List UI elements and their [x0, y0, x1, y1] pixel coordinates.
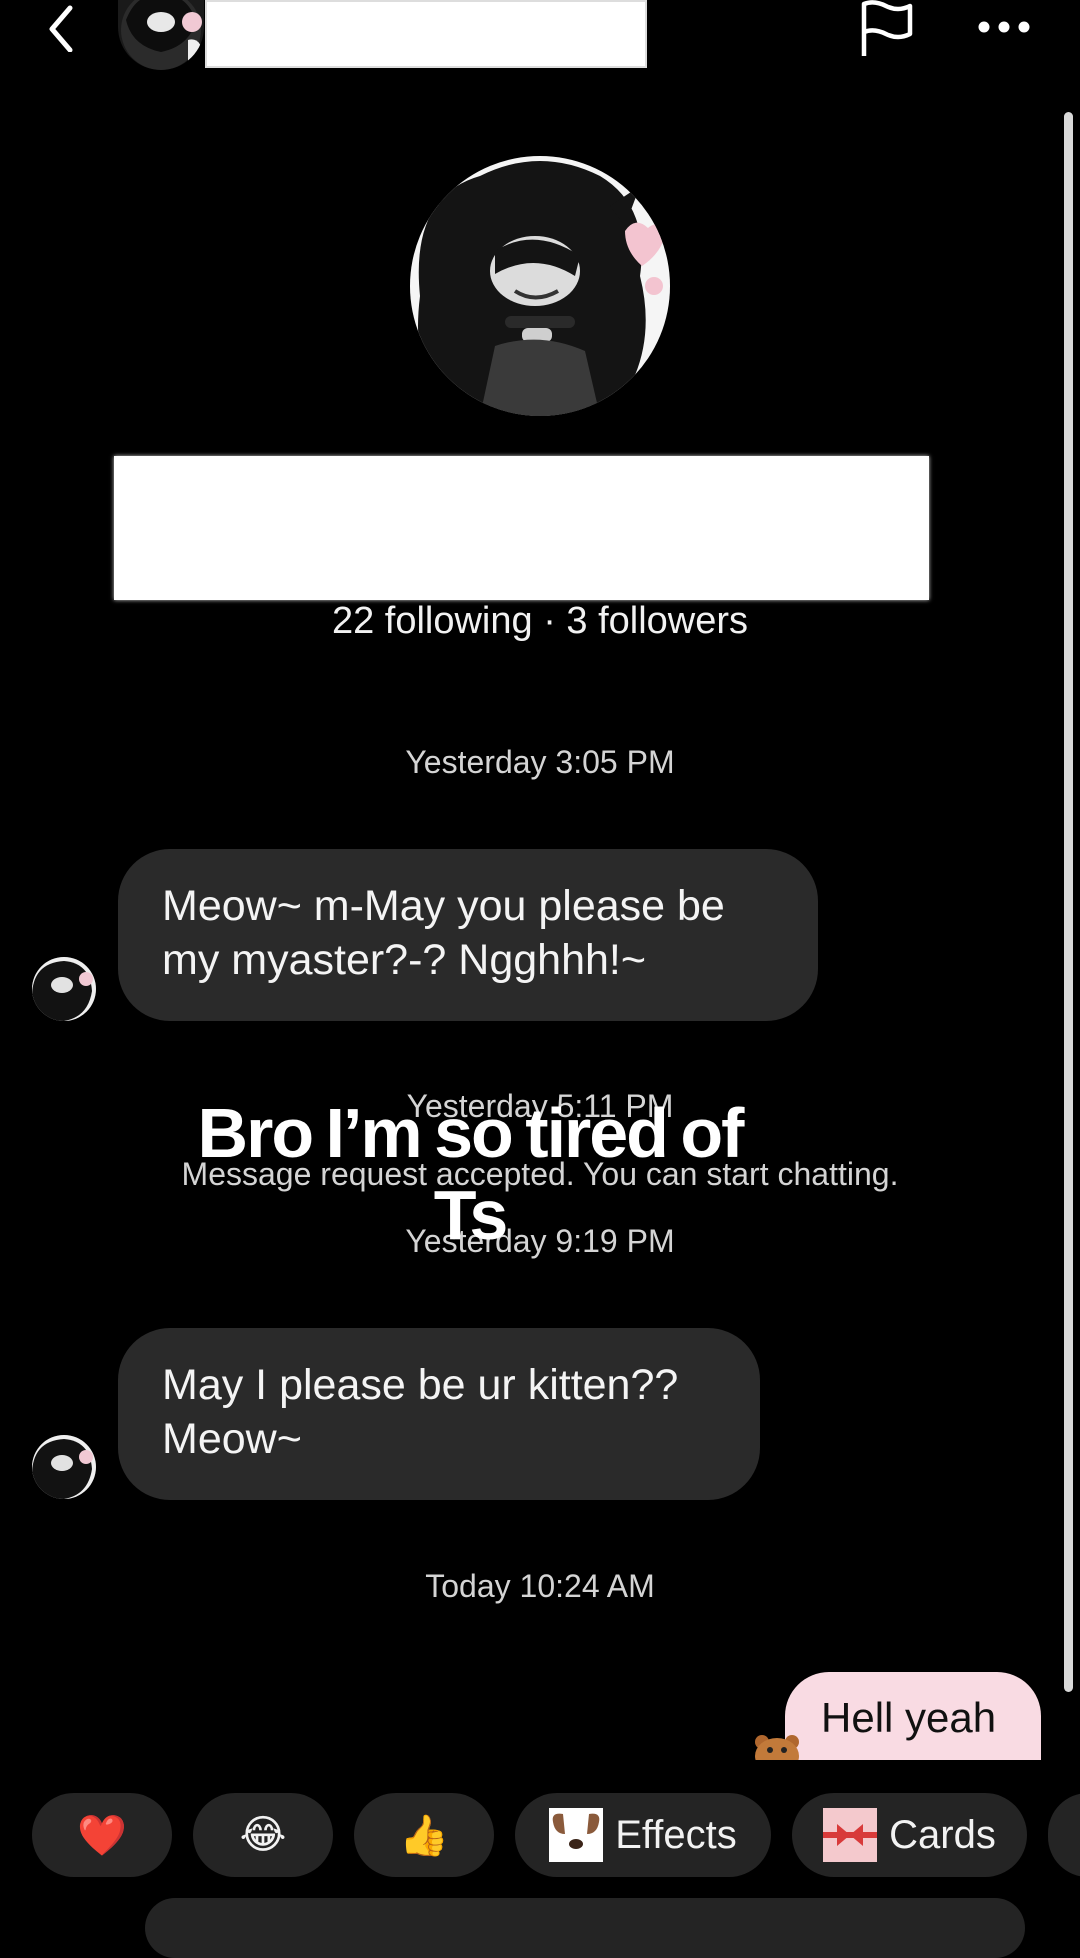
overlay-caption-line: Bro I’m so tired of [197, 1094, 745, 1172]
message-composer[interactable] [145, 1898, 1025, 1958]
effects-button[interactable]: Effects [515, 1793, 771, 1877]
header-avatar[interactable] [118, 0, 204, 70]
cards-label: Cards [889, 1812, 996, 1857]
scrollbar[interactable] [1064, 112, 1073, 1692]
message-text: Hell yeah [821, 1694, 997, 1741]
seen-avatar [752, 1734, 802, 1774]
puppy-effect-icon [549, 1808, 604, 1862]
message-text-line: Meow~ m-May you please be [162, 882, 725, 930]
chevron-left-icon [49, 5, 73, 53]
profile-name-redacted [114, 456, 929, 600]
follow-stats: 22 following · 3 followers [331, 600, 749, 642]
incoming-message-bubble[interactable]: Meow~ m-May you please be my myaster?-? … [118, 849, 818, 1021]
overlay-caption: Bro I’m so tired of Ts [170, 1092, 770, 1256]
more-options-button[interactable] [976, 12, 1032, 42]
message-text-line: May I please be ur kitten?? [162, 1361, 679, 1409]
heart-icon: ❤️ [77, 1813, 127, 1858]
thumbs-up-icon: 👍 [399, 1813, 449, 1858]
thumbs-up-reaction-button[interactable]: 👍 [354, 1793, 494, 1877]
laugh-reaction-button[interactable]: 😂 [193, 1793, 333, 1877]
message-text-line: Meow~ [162, 1415, 302, 1463]
laughing-emoji-icon: 😂 [239, 1813, 287, 1857]
timestamp: Yesterday 3:05 PM [405, 744, 675, 780]
profile-avatar[interactable] [410, 156, 670, 416]
outgoing-message-bubble[interactable]: Hell yeah [785, 1672, 1041, 1760]
header-username-redacted [205, 0, 647, 68]
cards-button[interactable]: Cards [792, 1793, 1027, 1877]
flag-icon [861, 0, 913, 56]
effects-label: Effects [615, 1812, 737, 1857]
report-button[interactable] [858, 0, 916, 58]
timestamp: Today 10:24 AM [425, 1568, 655, 1604]
sender-avatar[interactable] [32, 1435, 96, 1499]
heart-reaction-button[interactable]: ❤️ [32, 1793, 172, 1877]
sender-avatar[interactable] [32, 957, 96, 1021]
incoming-message-bubble[interactable]: May I please be ur kitten?? Meow~ [118, 1328, 760, 1500]
message-text-line: my myaster?-? Ngghhh!~ [162, 936, 646, 984]
more-horizontal-icon [978, 21, 1030, 33]
back-button[interactable] [38, 2, 88, 53]
overlay-caption-line: Ts [433, 1176, 509, 1254]
gift-card-icon [823, 1808, 878, 1862]
